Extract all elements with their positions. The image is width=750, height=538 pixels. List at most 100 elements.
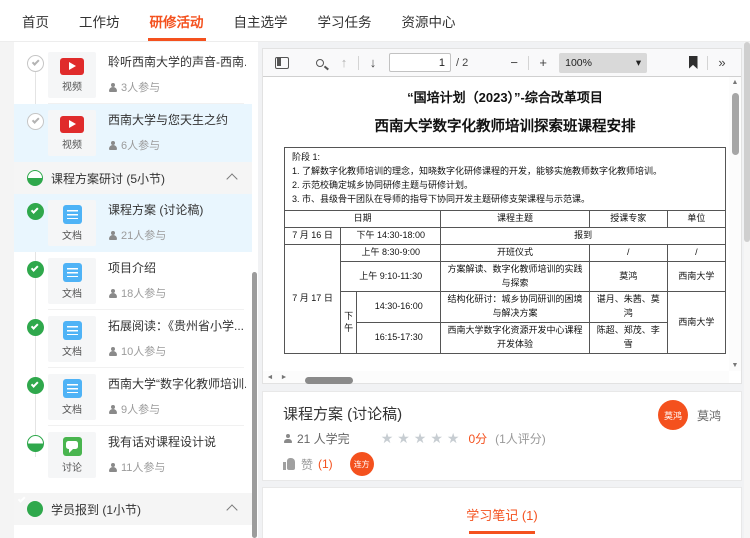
divider [358, 55, 359, 70]
outline-item-doc-3[interactable]: 文档 拓展阅读：《贵州省小学... 10人参与 [14, 310, 252, 368]
check-circle-icon [27, 261, 44, 278]
tab-study-notes[interactable]: 学习笔记 (1) [466, 505, 538, 524]
check-circle-icon [27, 377, 44, 394]
table-row: 7 月 17 日 上午 8:30-9:00 开班仪式 / / [283, 243, 727, 355]
check-circle-icon [17, 495, 43, 517]
scroll-right-icon[interactable]: ► [277, 374, 291, 381]
item-title: 聆听西南大学的声音-西南... [108, 55, 246, 69]
col-header-expert: 授课专家 [588, 209, 668, 228]
participants-count: 9人参与 [121, 404, 161, 416]
half-complete-icon [27, 435, 44, 452]
sidebar-scrollbar[interactable] [252, 272, 257, 538]
zoom-level-select[interactable]: 100% ▾ [559, 52, 648, 73]
likes-row: 赞 (1) 连方 [283, 452, 374, 476]
item-type-badge: 讨论 [62, 462, 82, 474]
outline-section-checkin[interactable]: 学员报到 (1小节) [14, 493, 252, 525]
cell-date: 7 月 17 日 [283, 243, 342, 355]
outline-section-discussion[interactable]: 课程方案研讨 (5小节) [14, 162, 252, 194]
stats-row: 21 人学完 ★★★★★ 0分 (1人评分) [283, 430, 546, 447]
item-title: 我有话对课程设计说 [108, 435, 217, 449]
cell-ampm: 下午 [340, 291, 358, 355]
chevron-up-icon[interactable] [226, 173, 238, 185]
more-tools-icon[interactable]: » [713, 53, 731, 73]
cell-org: 西南大学 [666, 260, 727, 293]
outline-item-doc-2[interactable]: 文档 项目介绍 18人参与 [14, 252, 252, 310]
vertical-scroll-thumb[interactable] [731, 93, 739, 155]
outline-item-video-1[interactable]: 视频 聆听西南大学的声音-西南... 3人参与 [14, 46, 252, 104]
left-gutter [0, 42, 14, 538]
cell-time: 下午 14:30-18:00 [340, 226, 442, 245]
liker-avatar[interactable]: 连方 [349, 452, 374, 476]
person-icon [108, 82, 117, 92]
author-block: 莫鸿 莫鸿 [657, 400, 721, 430]
nav-item-resource-center[interactable]: 资源中心 [400, 0, 458, 42]
search-icon[interactable] [311, 53, 329, 73]
doc-thumbnail: 文档 [48, 316, 96, 362]
page-scroll-thumb[interactable] [744, 42, 750, 242]
cell-org: / [666, 243, 727, 262]
scroll-up-icon[interactable]: ▲ [729, 79, 741, 86]
bookmark-icon[interactable] [684, 53, 702, 73]
zoom-out-icon[interactable]: − [505, 53, 523, 73]
scroll-down-icon[interactable]: ▼ [729, 362, 741, 369]
nav-item-training-activities[interactable]: 研修活动 [147, 0, 206, 42]
zoom-level-value: 100% [565, 56, 592, 69]
table-row: 上午 9:10-11:30 方案解读、数字化教师培训的实践与探索 莫鸿 西南大学 [285, 260, 727, 293]
pdf-horizontal-scrollbar[interactable]: ◄ ► [263, 371, 729, 384]
item-title: 课程方案 (讨论稿) [108, 203, 204, 217]
document-icon [62, 204, 82, 224]
outline-item-discussion[interactable]: 讨论 我有话对课程设计说 11人参与 [14, 426, 252, 484]
table-row: 7 月 16 日 下午 14:30-18:00 报到 [283, 226, 726, 245]
divider [707, 55, 709, 70]
nav-item-self-study[interactable]: 自主选学 [232, 0, 290, 42]
participants-count: 11人参与 [121, 462, 166, 474]
person-icon [108, 346, 117, 356]
cell-time: 上午 9:10-11:30 [340, 260, 442, 293]
check-circle-icon [27, 203, 44, 220]
item-type-badge: 文档 [62, 288, 82, 300]
table-intro-cell: 阶段 1: 1. 了解数字化教师培训的理念，知晓数字化研修课程的开发，能够实施教… [284, 147, 726, 211]
rating-stars[interactable]: ★★★★★ [381, 430, 464, 447]
check-circle-icon [27, 55, 44, 72]
participants-count: 6人参与 [121, 140, 161, 152]
item-type-badge: 文档 [62, 346, 82, 358]
scroll-left-icon[interactable]: ◄ [263, 374, 277, 381]
cell-expert: / [588, 243, 668, 262]
page-down-icon[interactable]: ↓ [364, 53, 382, 73]
person-icon [108, 140, 117, 150]
pdf-vertical-scrollbar[interactable]: ▲ ▼ [729, 77, 741, 371]
outline-item-doc-1[interactable]: 文档 课程方案 (讨论稿) 21人参与 [14, 194, 252, 252]
divider [528, 55, 530, 70]
document-icon [62, 262, 82, 282]
zoom-in-icon[interactable]: + [534, 53, 552, 73]
document-title-line1: “国培计划（2023）”-综合改革项目 [407, 90, 603, 105]
sidebar-toggle-icon[interactable] [273, 53, 291, 73]
outline-item-doc-4[interactable]: 文档 西南大学“数字化教师培训... 9人参与 [14, 368, 252, 426]
chevron-up-icon[interactable] [226, 504, 238, 516]
video-thumbnail: 视频 [48, 52, 96, 98]
half-complete-icon [27, 170, 43, 186]
nav-item-workshop[interactable]: 工作坊 [77, 0, 122, 42]
thumbs-up-icon[interactable] [283, 458, 296, 470]
author-avatar[interactable]: 莫鸿 [657, 400, 688, 430]
nav-item-learning-tasks[interactable]: 学习任务 [316, 0, 374, 42]
item-title: 项目介绍 [108, 261, 157, 275]
doc-thumbnail: 文档 [48, 258, 96, 304]
page-number-input[interactable] [389, 53, 451, 72]
table-row: 下午 14:30-16:00 结构化研讨：城乡协同研训的困境与解决方案 谌月、朱… [285, 291, 727, 355]
page-up-icon[interactable]: ↑ [335, 53, 353, 73]
cell-topic: 开班仪式 [440, 243, 590, 262]
check-circle-icon [27, 319, 44, 336]
course-outline-sidebar: 视频 聆听西南大学的声音-西南... 3人参与 视频 西南大学与您天生之约 6人… [14, 42, 252, 538]
like-count: (1) [318, 457, 333, 471]
course-schedule-table: 阶段 1: 1. 了解数字化教师培训的理念，知晓数字化研修课程的开发，能够实施教… [283, 147, 727, 355]
item-type-badge: 文档 [62, 404, 82, 416]
like-label[interactable]: 赞 [301, 456, 313, 473]
nav-item-home[interactable]: 首页 [20, 0, 51, 42]
document-title-line2: 西南大学数字化教师培训探索班课程安排 [374, 119, 636, 135]
outline-item-video-2[interactable]: 视频 西南大学与您天生之约 6人参与 [14, 104, 252, 162]
item-type-badge: 视频 [62, 81, 82, 93]
horizontal-scroll-thumb[interactable] [305, 377, 353, 384]
page-scrollbar[interactable] [744, 42, 750, 538]
completed-count: 21 人学完 [297, 432, 350, 446]
